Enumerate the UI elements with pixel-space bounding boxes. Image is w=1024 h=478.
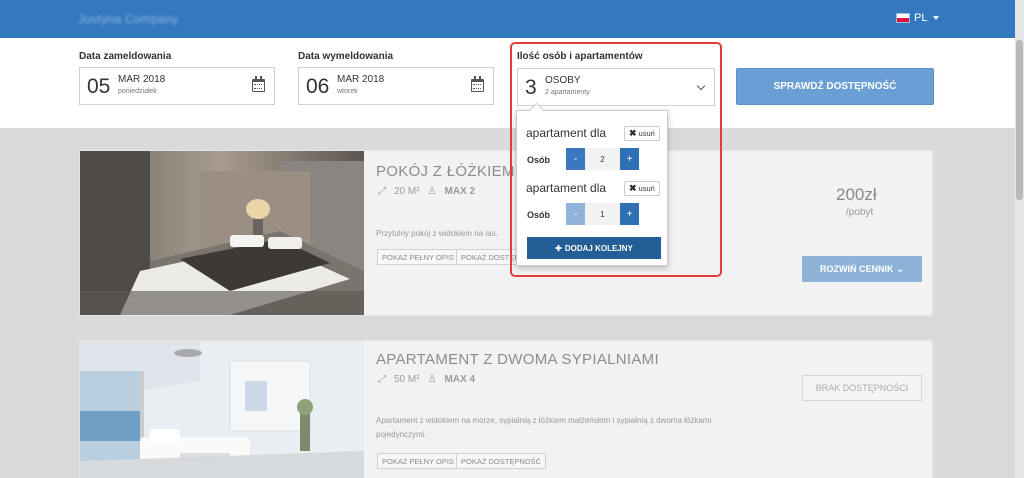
show-availability-button[interactable]: POKAŻ DOSTĘPNOŚĆ <box>456 453 547 469</box>
poland-flag-icon <box>896 13 910 23</box>
scrollbar[interactable] <box>1015 0 1024 478</box>
chevron-down-icon: ⌄ <box>896 263 905 274</box>
checkin-day: 05 <box>87 75 111 98</box>
checkout-day: 06 <box>306 75 330 98</box>
room-meta: ⤢ 50 M² ♙ MAX 4 <box>378 374 475 385</box>
top-bar: Justyna Company PL <box>0 0 1024 38</box>
checkout-field[interactable]: 06 MAR 2018 wtorek <box>298 67 494 105</box>
room-max: MAX 2 <box>444 186 476 197</box>
checkout-month: MAR 2018 <box>337 74 385 85</box>
room-area: 20 M² <box>394 186 420 197</box>
room-card: APARTAMENT Z DWOMA SYPIALNIAMI ⤢ 50 M² ♙ M… <box>79 340 933 478</box>
room-max: MAX 4 <box>444 374 476 385</box>
expand-pricelist-label: ROZWIŃ CENNIK <box>819 264 894 274</box>
checkin-label: Data zameldowania <box>79 51 172 62</box>
room-description: Apartament z widokiem na morze, sypialni… <box>376 416 712 439</box>
language-label: PL <box>914 12 928 24</box>
room-area: 50 M² <box>394 374 420 385</box>
show-full-description-button[interactable]: POKAŻ PEŁNY OPIS <box>377 453 459 469</box>
brand-logo[interactable]: Justyna Company <box>78 12 179 26</box>
calendar-icon[interactable] <box>252 76 265 92</box>
room-price: 200zł <box>836 185 877 204</box>
check-availability-button[interactable]: SPRAWDŹ DOSTĘPNOŚĆ <box>736 68 934 105</box>
room-card: POKÓJ Z ŁÓŻKIEM MA ⤢ 20 M² ♙ MAX 2 Przytul… <box>79 150 933 316</box>
caret-down-icon <box>933 16 940 20</box>
area-icon: ⤢ <box>378 186 386 197</box>
room-photo[interactable] <box>80 341 364 478</box>
area-icon: ⤢ <box>378 374 386 385</box>
checkin-field[interactable]: 05 MAR 2018 poniedziałek <box>79 67 275 105</box>
room-photo[interactable] <box>80 151 364 315</box>
room-title: APARTAMENT Z DWOMA SYPIALNIAMI <box>376 351 659 368</box>
show-full-description-button[interactable]: POKAŻ PEŁNY OPIS <box>377 249 459 265</box>
person-icon: ♙ <box>427 374 437 385</box>
scrollbar-thumb[interactable] <box>1016 40 1023 200</box>
language-selector[interactable]: PL <box>896 12 940 24</box>
price-unit: /pobyt <box>846 207 874 218</box>
unavailable-button[interactable]: BRAK DOSTĘPNOŚCI <box>802 375 922 401</box>
checkout-weekday: wtorek <box>337 88 358 95</box>
checkout-label: Data wymeldowania <box>298 51 394 62</box>
person-icon: ♙ <box>427 186 437 197</box>
calendar-icon[interactable] <box>471 76 484 92</box>
checkin-month: MAR 2018 <box>118 74 166 85</box>
checkin-weekday: poniedziałek <box>118 88 157 95</box>
expand-pricelist-button[interactable]: ROZWIŃ CENNIK ⌄ <box>802 256 922 282</box>
room-meta: ⤢ 20 M² ♙ MAX 2 <box>378 186 475 197</box>
guests-highlight-frame <box>510 42 722 277</box>
